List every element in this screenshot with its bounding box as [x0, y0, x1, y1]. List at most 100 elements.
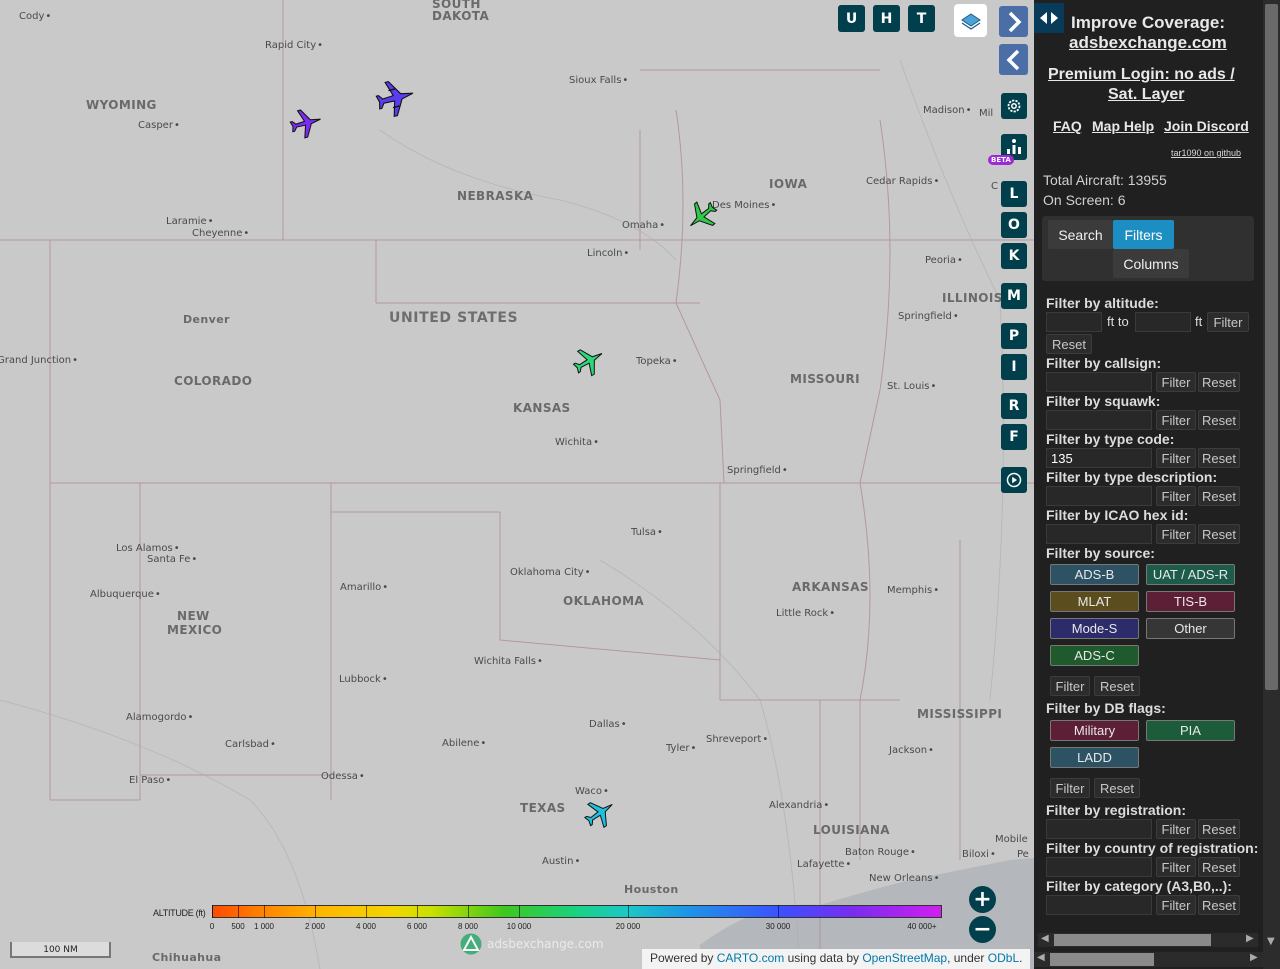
map-label-state: IOWA	[769, 177, 808, 191]
map-view[interactable]: UNITED STATES SOUTH DAKOTA WYOMING NEBRA…	[0, 0, 1034, 969]
aircraft-icon[interactable]	[571, 343, 607, 379]
zoom-in-button[interactable]: +	[969, 886, 996, 913]
map-help-link[interactable]: Map Help	[1092, 118, 1154, 134]
type-code-filter-button[interactable]: Filter	[1156, 448, 1196, 468]
toggle-sidebar-button[interactable]	[1034, 3, 1064, 33]
sidebar-vertical-scrollbar[interactable]: ▼	[1263, 0, 1280, 969]
scrollbar-thumb[interactable]	[1265, 4, 1278, 690]
toolbar-h-button[interactable]: H	[873, 5, 900, 32]
altitude-min-input[interactable]	[1046, 312, 1102, 332]
flag-ladd-toggle[interactable]: LADD	[1050, 747, 1139, 768]
callsign-reset-button[interactable]: Reset	[1198, 372, 1240, 392]
source-mlat-toggle[interactable]: MLAT	[1050, 591, 1139, 612]
side-button-o[interactable]: O	[1001, 212, 1027, 238]
zoom-out-button[interactable]: −	[969, 916, 996, 943]
callsign-input[interactable]	[1046, 372, 1152, 392]
source-other-toggle[interactable]: Other	[1146, 618, 1235, 639]
scroll-left-icon[interactable]: ◀	[1037, 952, 1045, 963]
scroll-right-icon[interactable]: ▶	[1246, 933, 1254, 944]
country-filter-button[interactable]: Filter	[1156, 857, 1196, 877]
replay-icon	[1006, 472, 1022, 488]
side-button-k[interactable]: K	[1001, 243, 1027, 269]
category-filter-button[interactable]: Filter	[1156, 895, 1196, 915]
aircraft-icon[interactable]	[288, 105, 324, 141]
altitude-max-input[interactable]	[1135, 312, 1191, 332]
carto-link[interactable]: CARTO.com	[717, 951, 785, 965]
premium-login-link[interactable]: Premium Login: no ads /	[1048, 66, 1235, 84]
join-discord-link[interactable]: Join Discord	[1164, 118, 1249, 134]
icao-input[interactable]	[1046, 524, 1152, 544]
scrollbar-thumb[interactable]	[1054, 934, 1211, 946]
source-adsb-toggle[interactable]: ADS-B	[1050, 564, 1139, 585]
toolbar-u-button[interactable]: U	[838, 5, 865, 32]
premium-login-link-line2[interactable]: Sat. Layer	[1108, 86, 1184, 104]
type-code-reset-button[interactable]: Reset	[1198, 448, 1240, 468]
flag-pia-toggle[interactable]: PIA	[1146, 720, 1235, 741]
squawk-input[interactable]	[1046, 410, 1152, 430]
icao-reset-button[interactable]: Reset	[1198, 524, 1240, 544]
faq-link[interactable]: FAQ	[1053, 118, 1082, 134]
altitude-reset-button[interactable]: Reset	[1046, 334, 1092, 354]
squawk-reset-button[interactable]: Reset	[1198, 410, 1240, 430]
type-code-input[interactable]	[1046, 448, 1152, 468]
type-description-filter-label: Filter by type description:	[1046, 469, 1218, 485]
toolbar-t-button[interactable]: T	[908, 5, 935, 32]
source-tisb-toggle[interactable]: TIS-B	[1146, 591, 1235, 612]
registration-reset-button[interactable]: Reset	[1198, 819, 1240, 839]
aircraft-icon[interactable]	[373, 76, 417, 120]
settings-button[interactable]	[1001, 93, 1027, 119]
altitude-tick	[519, 905, 520, 918]
odbl-link[interactable]: ODbL	[988, 951, 1019, 965]
db-flags-reset-button[interactable]: Reset	[1094, 778, 1140, 798]
source-modes-toggle[interactable]: Mode-S	[1050, 618, 1139, 639]
scroll-right-icon[interactable]: ▶	[1250, 952, 1258, 963]
type-description-reset-button[interactable]: Reset	[1198, 486, 1240, 506]
tab-columns[interactable]: Columns	[1113, 249, 1189, 278]
replay-button[interactable]	[1001, 467, 1027, 493]
squawk-filter-button[interactable]: Filter	[1156, 410, 1196, 430]
source-uat-toggle[interactable]: UAT / ADS-R	[1146, 564, 1235, 585]
callsign-filter-button[interactable]: Filter	[1156, 372, 1196, 392]
country-reset-button[interactable]: Reset	[1198, 857, 1240, 877]
map-label-state: NEW	[177, 609, 210, 623]
side-button-l[interactable]: L	[1001, 181, 1027, 207]
type-description-input[interactable]	[1046, 486, 1152, 506]
altitude-filter-button[interactable]: Filter	[1207, 312, 1249, 332]
side-button-m[interactable]: M	[1001, 283, 1027, 309]
flag-military-toggle[interactable]: Military	[1050, 720, 1139, 741]
registration-filter-button[interactable]: Filter	[1156, 819, 1196, 839]
layers-button[interactable]	[954, 4, 987, 37]
sidebar-horizontal-scrollbar[interactable]: ◀ ▶	[1034, 952, 1263, 967]
github-link[interactable]: tar1090 on github	[1171, 148, 1241, 158]
type-description-filter-button[interactable]: Filter	[1156, 486, 1196, 506]
map-label-edge-fragment: C	[991, 181, 998, 192]
category-input[interactable]	[1046, 895, 1152, 915]
improve-coverage-link[interactable]: adsbexchange.com	[1069, 33, 1227, 53]
osm-link[interactable]: OpenStreetMap	[862, 951, 947, 965]
scroll-down-icon[interactable]: ▼	[1267, 936, 1275, 947]
scroll-left-icon[interactable]: ◀	[1041, 933, 1049, 944]
registration-input[interactable]	[1046, 819, 1152, 839]
aircraft-icon[interactable]	[684, 198, 720, 234]
on-screen-count: On Screen: 6	[1043, 192, 1126, 208]
aircraft-icon[interactable]	[582, 795, 618, 831]
side-button-r[interactable]: R	[1001, 393, 1027, 419]
category-reset-button[interactable]: Reset	[1198, 895, 1240, 915]
db-flags-filter-button[interactable]: Filter	[1050, 778, 1090, 798]
expand-right-button[interactable]	[999, 6, 1028, 37]
source-reset-button[interactable]: Reset	[1094, 676, 1140, 696]
map-label-city: Alamogordo	[126, 712, 193, 723]
altitude-tick-label: 40 000+	[907, 922, 937, 931]
side-button-i[interactable]: I	[1001, 354, 1027, 380]
sidebar-inner-horizontal-scrollbar[interactable]: ◀ ▶	[1038, 933, 1258, 947]
tab-filters[interactable]: Filters	[1113, 220, 1174, 249]
scrollbar-thumb[interactable]	[1050, 953, 1154, 966]
country-input[interactable]	[1046, 857, 1152, 877]
collapse-left-button[interactable]	[999, 44, 1028, 75]
side-button-p[interactable]: P	[1001, 323, 1027, 349]
icao-filter-button[interactable]: Filter	[1156, 524, 1196, 544]
tab-search[interactable]: Search	[1048, 220, 1113, 249]
source-adsc-toggle[interactable]: ADS-C	[1050, 645, 1139, 666]
source-filter-button[interactable]: Filter	[1050, 676, 1090, 696]
side-button-f[interactable]: F	[1001, 424, 1027, 450]
